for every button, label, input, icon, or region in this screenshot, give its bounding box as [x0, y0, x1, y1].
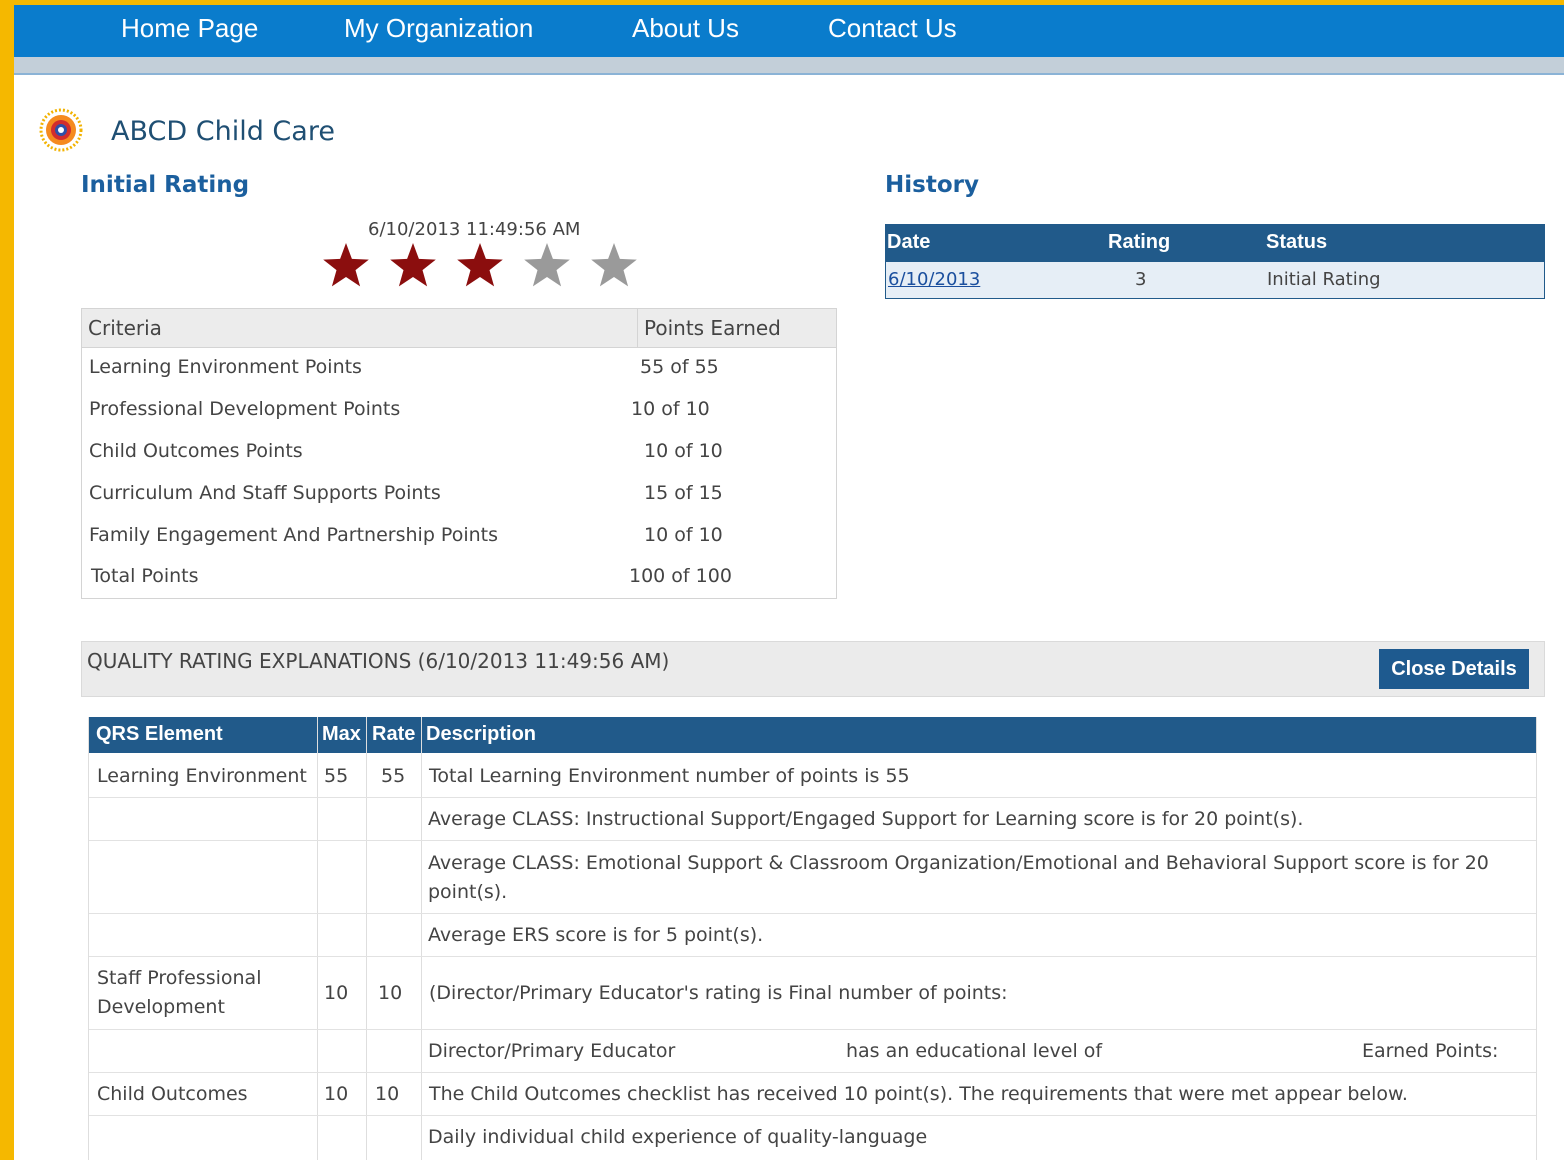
history-title: History [885, 172, 979, 198]
criteria-label: Professional Development Points [89, 398, 401, 420]
row-divider [89, 797, 1536, 798]
criteria-table: Criteria Points Earned Learning Environm… [81, 308, 837, 599]
criteria-points: 15 of 15 [644, 482, 723, 504]
history-status-value: Initial Rating [1267, 269, 1381, 290]
max-header: Max [322, 723, 361, 745]
criteria-points: 10 of 10 [644, 524, 723, 546]
top-navigation: Home Page My Organization About Us Conta… [14, 5, 1564, 57]
row-divider [89, 1029, 1536, 1030]
qrs-explanations-table: QRS Element Max Rate Description Learnin… [88, 717, 1537, 1160]
criteria-label: Curriculum And Staff Supports Points [89, 482, 441, 504]
criteria-row: Family Engagement And Partnership Points… [82, 515, 836, 557]
description-header: Description [426, 723, 537, 745]
rating-timestamp: 6/10/2013 11:49:56 AM [368, 219, 581, 240]
star-filled-icon [457, 243, 503, 287]
criteria-label: Total Points [91, 565, 199, 587]
qrs-element-name: Child Outcomes [97, 1083, 248, 1105]
points-earned-header: Points Earned [644, 316, 781, 340]
qrs-rate-value: 10 [378, 982, 403, 1004]
qrs-max-value: 10 [324, 1083, 349, 1105]
criteria-points: 10 of 10 [644, 440, 723, 462]
history-table-header: Date Rating Status [886, 225, 1544, 262]
qrs-description-educator: Director/Primary Educator [428, 1040, 676, 1062]
nav-about-us[interactable]: About Us [632, 13, 739, 44]
criteria-row: Total Points 100 of 100 [82, 556, 836, 598]
nav-my-organization[interactable]: My Organization [344, 13, 533, 44]
star-rating [323, 243, 637, 287]
star-empty-icon [524, 243, 570, 287]
page-left-border [0, 0, 14, 1160]
criteria-points: 10 of 10 [631, 398, 710, 420]
history-rating-value: 3 [1135, 269, 1147, 290]
header-divider [637, 309, 638, 347]
criteria-label: Child Outcomes Points [89, 440, 303, 462]
criteria-row: Child Outcomes Points 10 of 10 [82, 431, 836, 473]
explanations-title: QUALITY RATING EXPLANATIONS (6/10/2013 1… [87, 649, 670, 673]
criteria-row: Professional Development Points 10 of 10 [82, 389, 836, 431]
qrs-description-education-level: has an educational level of [846, 1040, 1103, 1062]
history-table: Date Rating Status 6/10/2013 3 Initial R… [885, 224, 1545, 299]
qrs-description: Average ERS score is for 5 point(s). [428, 924, 764, 946]
criteria-label: Family Engagement And Partnership Points [89, 524, 498, 546]
qrs-table-header: QRS Element Max Rate Description [89, 717, 1536, 753]
qrs-description: Daily individual child experience of qua… [428, 1126, 928, 1148]
row-divider [89, 840, 1536, 841]
criteria-label: Learning Environment Points [89, 356, 362, 378]
qrs-description: Total Learning Environment number of poi… [429, 765, 910, 787]
criteria-table-header: Criteria Points Earned [82, 309, 836, 348]
quality-rating-explanations-bar: QUALITY RATING EXPLANATIONS (6/10/2013 1… [81, 641, 1545, 697]
column-divider [421, 717, 422, 1160]
organization-logo-icon [39, 108, 83, 152]
criteria-row: Curriculum And Staff Supports Points 15 … [82, 473, 836, 515]
row-divider [89, 1115, 1536, 1116]
qrs-max-value: 10 [324, 982, 349, 1004]
star-filled-icon [323, 243, 369, 287]
qrs-element-header: QRS Element [96, 723, 223, 745]
qrs-rate-value: 55 [381, 765, 406, 787]
criteria-points: 100 of 100 [629, 565, 732, 587]
qrs-rate-value: 10 [375, 1083, 400, 1105]
criteria-row: Learning Environment Points 55 of 55 [82, 347, 836, 389]
criteria-points: 55 of 55 [640, 356, 719, 378]
star-filled-icon [390, 243, 436, 287]
column-divider [366, 717, 367, 1160]
column-divider [317, 717, 318, 1160]
nav-contact-us[interactable]: Contact Us [828, 13, 957, 44]
history-date-header: Date [887, 231, 931, 253]
qrs-description: The Child Outcomes checklist has receive… [429, 1083, 1408, 1105]
history-status-header: Status [1266, 231, 1328, 253]
qrs-element-name: Learning Environment [97, 765, 307, 787]
star-empty-icon [591, 243, 637, 287]
rate-header: Rate [372, 723, 416, 745]
row-divider [89, 913, 1536, 914]
history-date-link[interactable]: 6/10/2013 [888, 269, 980, 290]
close-details-button[interactable]: Close Details [1379, 649, 1529, 689]
qrs-description: (Director/Primary Educator's rating is F… [429, 982, 1008, 1004]
nav-subbar [14, 57, 1564, 75]
qrs-max-value: 55 [324, 765, 349, 787]
qrs-description: Average CLASS: Instructional Support/Eng… [428, 808, 1304, 830]
initial-rating-title: Initial Rating [81, 172, 250, 198]
row-divider [89, 956, 1536, 957]
qrs-description: Average CLASS: Emotional Support & Class… [428, 852, 1489, 903]
qrs-description-earned-points: Earned Points: [1362, 1040, 1499, 1062]
criteria-header: Criteria [88, 316, 162, 340]
qrs-element-name: Staff Professional Development [97, 967, 262, 1018]
organization-name: ABCD Child Care [111, 116, 335, 147]
nav-home-page[interactable]: Home Page [121, 13, 258, 44]
history-rating-header: Rating [1108, 231, 1171, 253]
row-divider [89, 1072, 1536, 1073]
